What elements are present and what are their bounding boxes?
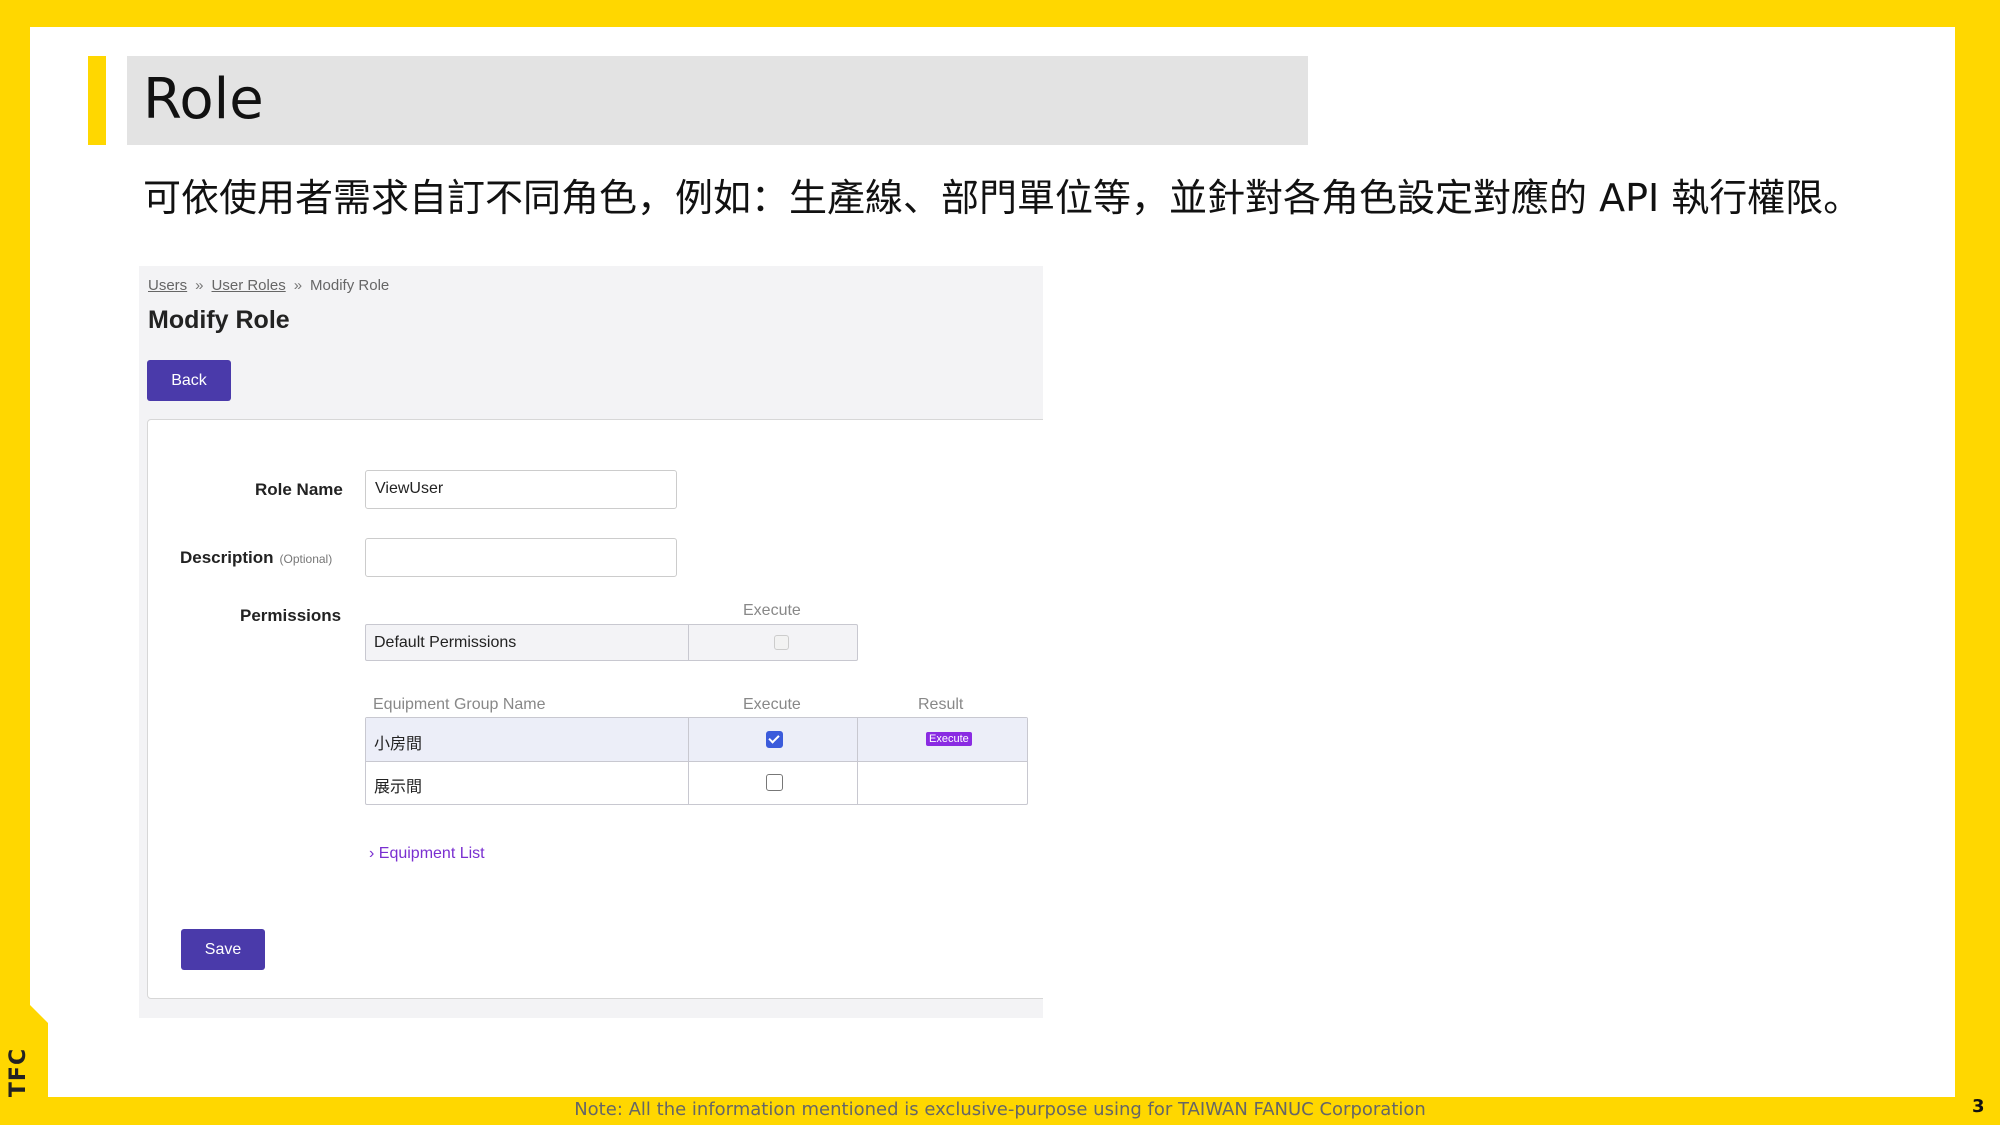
tfc-logo: TFC xyxy=(4,1042,34,1102)
column-divider xyxy=(857,718,858,804)
breadcrumb-separator: » xyxy=(293,277,303,294)
breadcrumb: Users » User Roles » Modify Role xyxy=(148,277,389,294)
back-button[interactable]: Back xyxy=(147,360,231,401)
title-bar xyxy=(127,56,1308,145)
breadcrumb-users[interactable]: Users xyxy=(148,277,187,294)
breadcrumb-current: Modify Role xyxy=(310,277,390,294)
column-divider xyxy=(688,625,689,660)
execute-checkbox[interactable] xyxy=(766,731,783,748)
default-execute-header: Execute xyxy=(743,602,801,619)
group-name-cell: 小房間 xyxy=(374,736,423,753)
group-name-cell: 展示間 xyxy=(374,779,423,796)
page-number: 3 xyxy=(1972,1096,1985,1117)
result-header: Result xyxy=(918,696,964,713)
column-divider xyxy=(688,718,689,804)
title-accent-bar xyxy=(88,56,106,145)
breadcrumb-user-roles[interactable]: User Roles xyxy=(212,277,286,294)
default-permissions-label: Default Permissions xyxy=(374,634,517,651)
modify-role-screenshot: Users» User Roles» Modify Role Modify Role… xyxy=(139,266,1043,1018)
equipment-list-link[interactable]: › Equipment List xyxy=(369,845,485,863)
role-name-label: Role Name xyxy=(255,480,343,499)
description-label: Description (Optional) xyxy=(180,548,332,568)
optional-hint: (Optional) xyxy=(279,552,333,566)
page-title: Modify Role xyxy=(148,306,290,334)
role-name-input[interactable]: ViewUser xyxy=(365,470,677,509)
row-divider xyxy=(366,761,1027,762)
default-execute-checkbox xyxy=(774,635,789,650)
result-execute-badge: Execute xyxy=(926,732,972,746)
corner-decoration xyxy=(1955,95,2000,1097)
form-card: Role Name ViewUser Description (Optional)… xyxy=(147,419,1043,999)
save-button[interactable]: Save xyxy=(181,929,265,970)
execute-checkbox[interactable] xyxy=(766,774,783,791)
breadcrumb-separator: » xyxy=(195,277,204,294)
default-permissions-table: Default Permissions xyxy=(365,624,858,661)
description-label-text: Description xyxy=(180,548,274,567)
logo-text: TFC xyxy=(6,1047,32,1097)
equipment-group-table: 小房間 Execute 展示間 xyxy=(365,717,1028,805)
slide-subtitle: 可依使用者需求自訂不同角色，例如：生產線、部門單位等，並針對各角色設定對應的 A… xyxy=(143,176,1862,220)
slide-title: Role xyxy=(143,67,264,132)
execute-header: Execute xyxy=(743,696,801,713)
permissions-label: Permissions xyxy=(240,606,342,625)
description-input[interactable] xyxy=(365,538,677,577)
equipment-group-name-header: Equipment Group Name xyxy=(373,696,546,713)
footer-note: Note: All the information mentioned is e… xyxy=(574,1099,1426,1120)
